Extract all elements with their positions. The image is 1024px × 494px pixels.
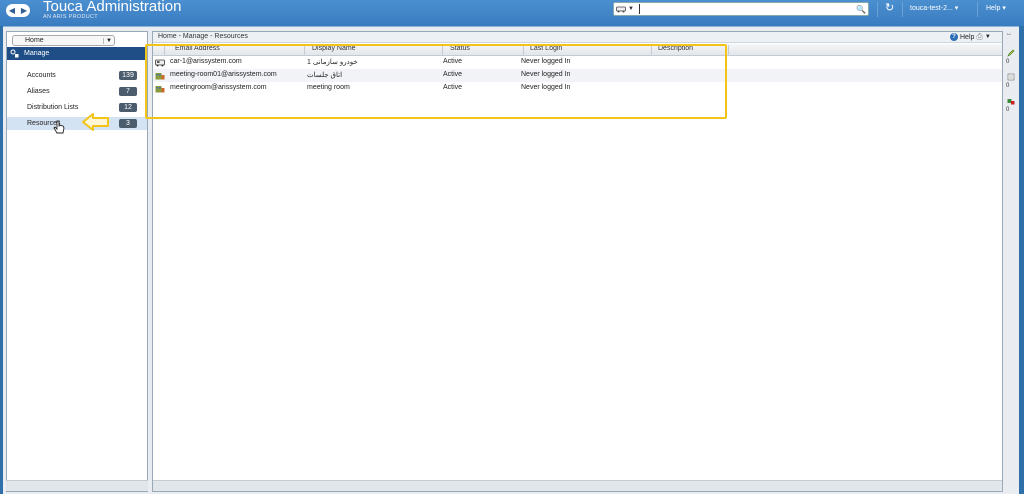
- row-last-login: Never logged In: [521, 58, 571, 65]
- row-email: car-1@arissystem.com: [170, 58, 242, 65]
- row-display-name: خودرو سازمانی 1: [307, 59, 358, 66]
- header-divider: [902, 2, 903, 17]
- main-frame: Home ▼ Manage Accounts 139 Aliases 7 Dis…: [3, 26, 1019, 494]
- edit-icon[interactable]: [1007, 49, 1015, 57]
- side-count: 0: [1006, 59, 1010, 65]
- manage-icon: [10, 49, 20, 58]
- search-type-dropdown[interactable]: ▼: [614, 6, 639, 13]
- chevron-down-icon: ▼: [103, 37, 114, 44]
- row-last-login: Never logged In: [521, 84, 571, 91]
- search-icon[interactable]: 🔍: [854, 5, 868, 14]
- sidebar-item-label: Distribution Lists: [27, 104, 79, 111]
- column-email-address[interactable]: Email Address: [170, 45, 305, 55]
- room-icon: [155, 73, 165, 80]
- user-name: touca-test-2...: [910, 5, 953, 12]
- column-status[interactable]: Status: [445, 45, 524, 55]
- manage-label: Manage: [24, 50, 50, 57]
- row-status: Active: [443, 71, 463, 78]
- top-banner: ◀ ▶ Touca Administration AN ARIS PRODUCT…: [0, 0, 1024, 26]
- chevron-down-icon: ▼: [628, 6, 634, 12]
- app-title: Touca Administration: [43, 0, 182, 15]
- content-status-bar: [153, 480, 1002, 491]
- history-nav[interactable]: ◀ ▶: [6, 4, 30, 17]
- document-icon[interactable]: [1007, 73, 1015, 81]
- table-row[interactable]: meetingroom@arissystem.com meeting room …: [153, 82, 1002, 95]
- header-divider: [877, 2, 878, 17]
- sidebar: Home ▼ Manage Accounts 139 Aliases 7 Dis…: [6, 31, 148, 492]
- icon-column: [153, 45, 165, 55]
- side-count: 0: [1006, 107, 1010, 113]
- alert-icon[interactable]: [1007, 97, 1015, 105]
- table-row[interactable]: meeting-room01@arissystem.com اتاق جلسات…: [153, 69, 1002, 82]
- collapse-icon[interactable]: ↔: [1006, 31, 1012, 37]
- print-icon[interactable]: ⎙: [976, 32, 982, 42]
- search-input[interactable]: [638, 4, 854, 14]
- row-status: Active: [443, 58, 463, 65]
- count-badge: 3: [119, 119, 137, 128]
- table-row[interactable]: car-1@arissystem.com خودرو سازمانی 1 Act…: [153, 56, 1002, 69]
- row-display-name: اتاق جلسات: [307, 72, 343, 79]
- column-description[interactable]: Description: [653, 45, 729, 55]
- home-dropdown[interactable]: Home ▼: [12, 35, 115, 46]
- user-menu[interactable]: touca-test-2... ▾: [910, 4, 958, 12]
- help-label: Help: [986, 5, 1001, 12]
- row-last-login: Never logged In: [521, 71, 571, 78]
- sidebar-item-label: Accounts: [27, 72, 56, 79]
- content-panel: Home - Manage - Resources ? Help ⎙ ▼ Ema…: [152, 31, 1003, 492]
- chevron-down-icon: ▾: [1002, 5, 1006, 12]
- sidebar-item-resources[interactable]: Resources 3: [7, 117, 147, 130]
- vehicle-icon: [155, 59, 165, 67]
- row-email: meetingroom@arissystem.com: [170, 84, 267, 91]
- row-display-name: meeting room: [307, 84, 350, 91]
- hand-cursor-icon: [53, 120, 65, 134]
- forward-arrow-icon[interactable]: ▶: [21, 6, 27, 15]
- count-badge: 12: [119, 103, 137, 112]
- breadcrumb: Home - Manage - Resources: [158, 33, 248, 40]
- back-arrow-icon[interactable]: ◀: [9, 6, 15, 15]
- help-menu[interactable]: Help ▾: [986, 4, 1006, 12]
- sidebar-item-label: Aliases: [27, 88, 50, 95]
- row-email: meeting-room01@arissystem.com: [170, 71, 277, 78]
- help-label: Help: [960, 33, 975, 41]
- column-display-name[interactable]: Display Name: [307, 45, 443, 55]
- breadcrumb-bar: Home - Manage - Resources ? Help ⎙ ▼: [153, 32, 1002, 43]
- chevron-down-icon: ▾: [954, 5, 959, 12]
- app-subtitle: AN ARIS PRODUCT: [43, 14, 98, 20]
- row-status: Active: [443, 84, 463, 91]
- refresh-icon[interactable]: ↻: [885, 1, 894, 14]
- chevron-down-icon[interactable]: ▼: [985, 34, 991, 40]
- help-icon: ?: [950, 33, 958, 41]
- table-header: Email Address Display Name Status Last L…: [153, 44, 1002, 56]
- manage-section-header[interactable]: Manage: [7, 47, 147, 60]
- sidebar-item-accounts[interactable]: Accounts 139: [7, 69, 147, 82]
- header-divider: [977, 2, 978, 17]
- sidebar-item-distribution-lists[interactable]: Distribution Lists 12: [7, 101, 147, 114]
- count-badge: 139: [119, 71, 137, 80]
- sidebar-status-bar: [6, 480, 148, 491]
- help-button[interactable]: ? Help ⎙ ▼: [950, 32, 991, 42]
- search-box[interactable]: ▼ 🔍: [613, 2, 869, 16]
- vehicle-icon: [616, 6, 626, 12]
- side-toolbar: ↔ 0 0 0: [1004, 31, 1019, 151]
- count-badge: 7: [119, 87, 137, 96]
- room-icon: [155, 86, 165, 93]
- sidebar-item-aliases[interactable]: Aliases 7: [7, 85, 147, 98]
- arrow-left-icon: [82, 113, 109, 131]
- home-dropdown-label: Home: [25, 37, 44, 44]
- column-last-login[interactable]: Last Login: [525, 45, 652, 55]
- side-count: 0: [1006, 83, 1010, 89]
